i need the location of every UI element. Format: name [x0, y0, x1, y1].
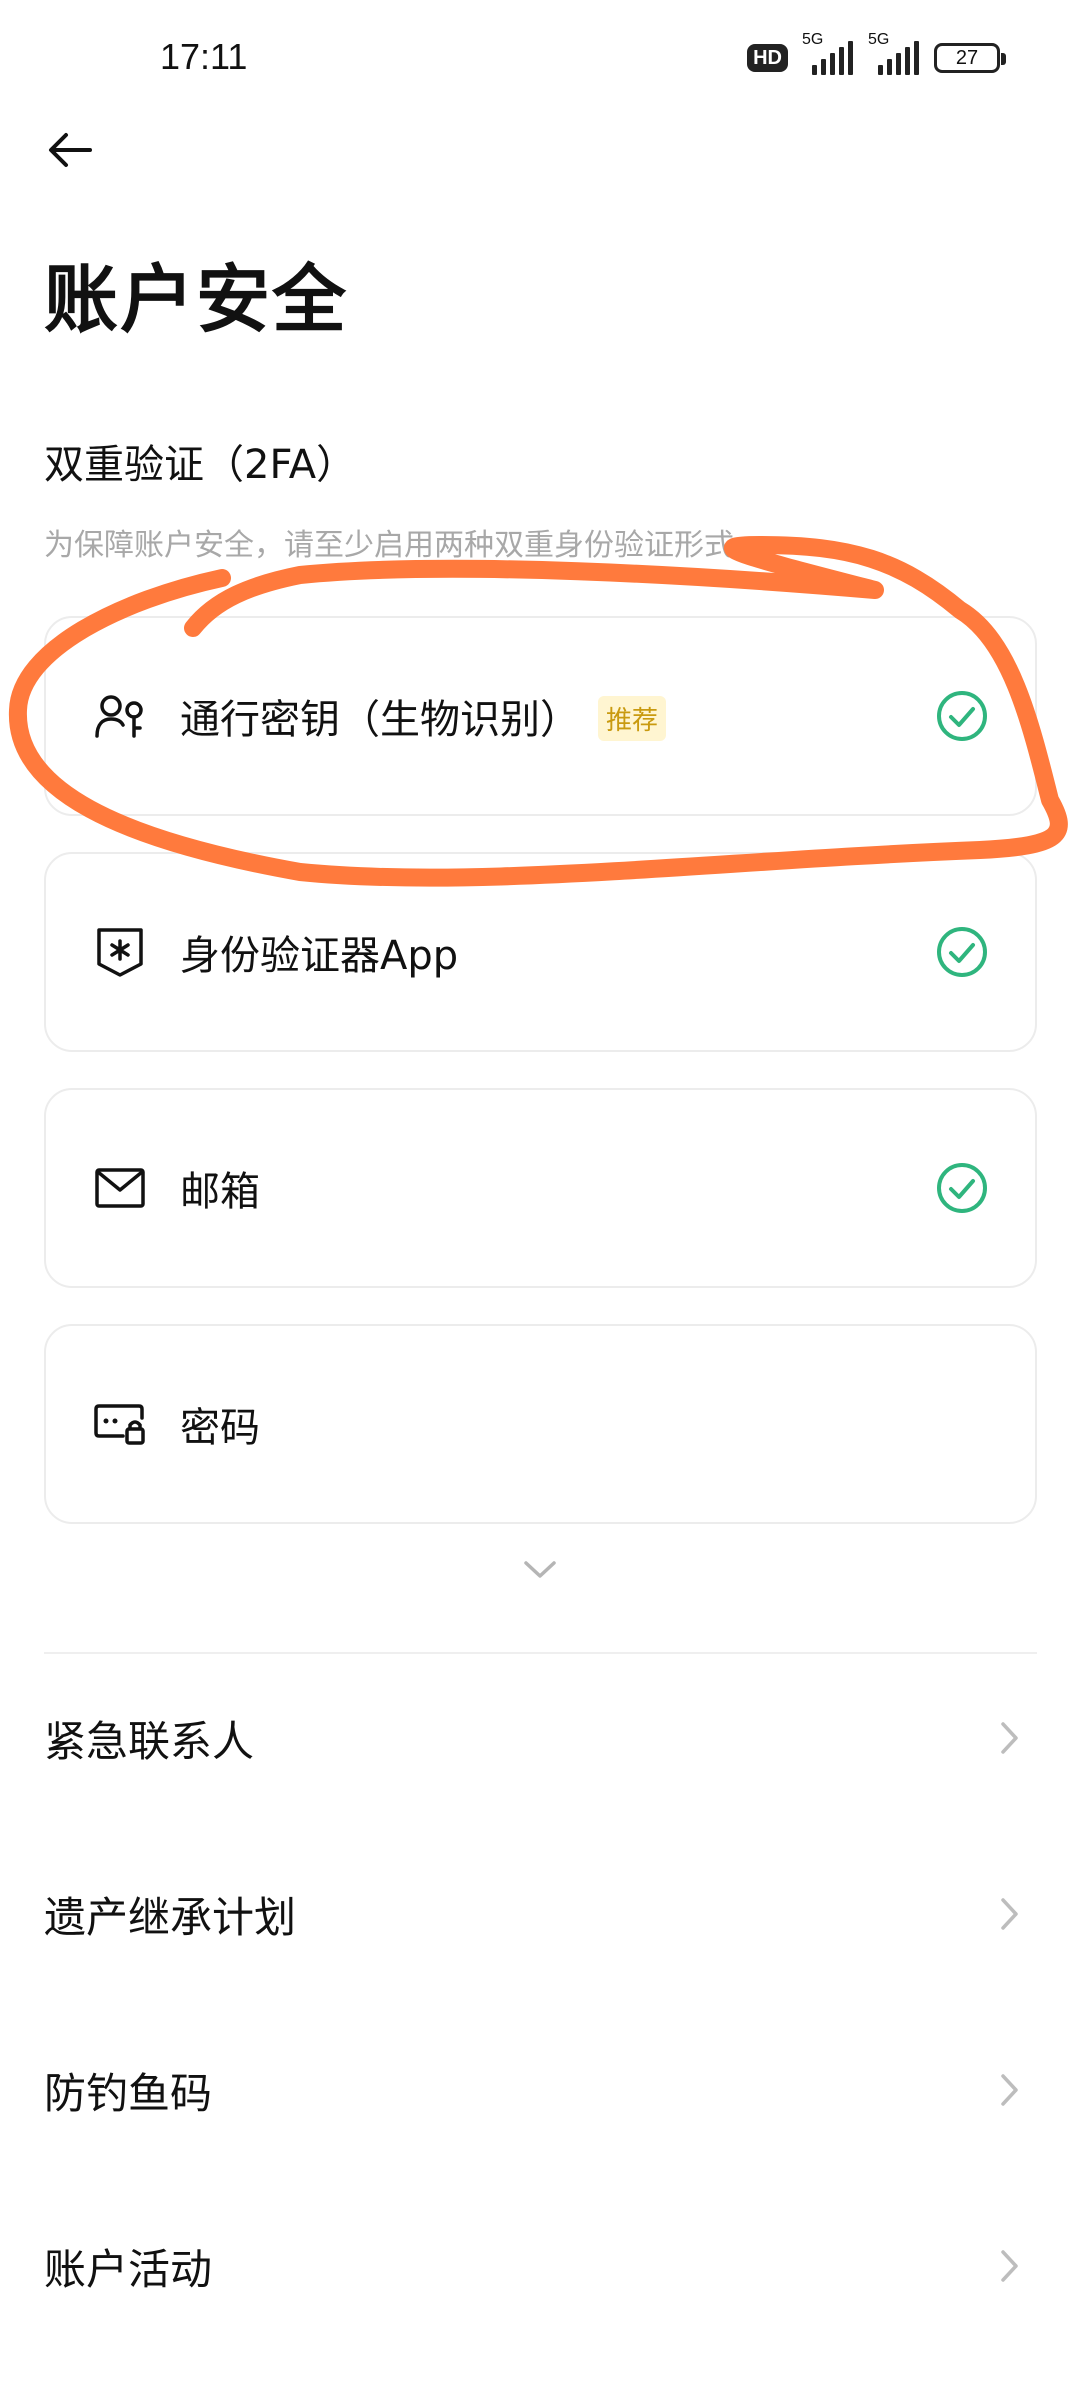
expand-button[interactable] [520, 1550, 560, 1590]
hd-icon: HD [747, 44, 788, 72]
menu-item-label: 账户活动 [44, 2244, 213, 2294]
chevron-right-icon [1001, 1898, 1018, 1930]
menu-item-label: 遗产继承计划 [44, 1892, 297, 1942]
mail-icon [92, 1160, 148, 1216]
password-label: 密码 [180, 1405, 260, 1451]
section-description: 为保障账户安全，请至少启用两种双重身份验证形式 [44, 528, 734, 563]
menu-item-anti-phishing-code[interactable]: 防钓鱼码 [0, 2020, 1080, 2160]
chevron-right-icon [1001, 1722, 1018, 1754]
network-type-label: 5G [868, 31, 890, 48]
menu-item-inheritance-plan[interactable]: 遗产继承计划 [0, 1844, 1080, 1984]
menu-item-label: 紧急联系人 [44, 1716, 255, 1766]
page-title: 账户安全 [44, 257, 348, 343]
passkey-icon [92, 688, 148, 744]
check-circle-icon [937, 927, 987, 977]
password-icon [92, 1396, 148, 1452]
passkey-card[interactable]: 通行密钥（生物识别） 推荐 [44, 616, 1037, 816]
signal-icon: 5G [868, 31, 920, 75]
authenticator-card[interactable]: 身份验证器App [44, 852, 1037, 1052]
battery-level: 27 [955, 46, 979, 69]
divider [44, 1652, 1037, 1654]
check-circle-icon [937, 1163, 987, 1213]
chevron-down-icon [524, 1561, 556, 1578]
back-button[interactable] [40, 120, 100, 180]
authenticator-label: 身份验证器App [180, 933, 459, 979]
password-card[interactable]: 密码 [44, 1324, 1037, 1524]
passkey-title: 通行密钥（生物识别） [180, 697, 580, 743]
status-icons: HD 5G 5G 27 [747, 31, 1006, 80]
chevron-right-icon [1001, 2074, 1018, 2106]
menu-item-account-activity[interactable]: 账户活动 [0, 2196, 1080, 2336]
recommended-badge: 推荐 [598, 695, 667, 741]
email-card[interactable]: 邮箱 [44, 1088, 1037, 1288]
email-label: 邮箱 [180, 1169, 260, 1215]
chevron-right-icon [1001, 2250, 1018, 2282]
menu-item-label: 防钓鱼码 [44, 2068, 213, 2118]
authenticator-icon [92, 924, 148, 980]
status-bar: 17:11 HD 5G 5G 27 [0, 0, 1080, 120]
section-title-2fa: 双重验证（2FA） [44, 442, 357, 488]
passkey-label: 通行密钥（生物识别） 推荐 [180, 687, 667, 745]
arrow-left-icon [49, 133, 92, 167]
check-circle-icon [937, 691, 987, 741]
menu-item-emergency-contact[interactable]: 紧急联系人 [0, 1668, 1080, 1808]
signal-icon: 5G [802, 31, 854, 75]
battery-icon: 27 [934, 43, 1006, 73]
status-time: 17:11 [160, 36, 248, 77]
network-type-label: 5G [802, 31, 824, 48]
